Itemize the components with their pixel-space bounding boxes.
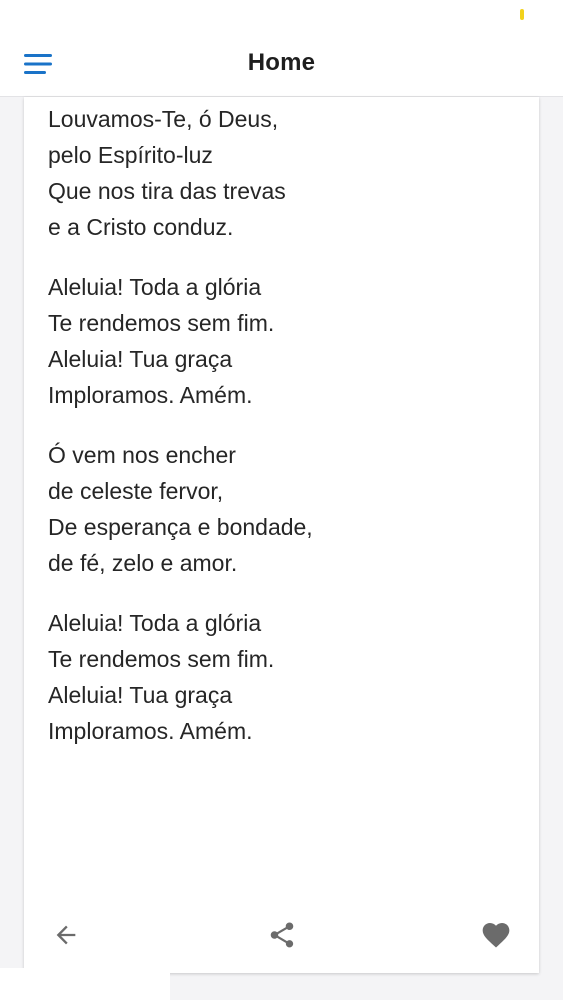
lyric-line: e a Cristo conduz.	[48, 214, 234, 240]
lyrics-card: Louvamos-Te, ó Deus, pelo Espírito-luz Q…	[24, 97, 539, 973]
lyric-line: Que nos tira das trevas	[48, 178, 286, 204]
favorite-button[interactable]	[476, 915, 516, 955]
lyric-line: Te rendemos sem fim.	[48, 310, 275, 336]
share-button[interactable]	[262, 915, 302, 955]
arrow-left-icon	[56, 925, 76, 945]
status-indicator	[520, 9, 524, 20]
stanza: Aleluia! Toda a glória Te rendemos sem f…	[48, 605, 527, 749]
action-bar	[24, 897, 539, 973]
lyric-line: Aleluia! Tua graça	[48, 682, 233, 708]
lyric-line: de fé, zelo e amor.	[48, 550, 238, 576]
lyric-line: De esperança e bondade,	[48, 514, 313, 540]
lyric-line: Ó vem nos encher	[48, 442, 236, 468]
lyrics-text: Louvamos-Te, ó Deus, pelo Espírito-luz Q…	[48, 101, 527, 773]
lyric-line: Te rendemos sem fim.	[48, 646, 275, 672]
lyric-line: Imploramos. Amém.	[48, 718, 253, 744]
lyric-line: Aleluia! Toda a glória	[48, 274, 262, 300]
stanza: Ó vem nos encher de celeste fervor, De e…	[48, 437, 527, 581]
app-bar: Home	[0, 30, 563, 97]
share-icon	[270, 922, 294, 948]
lyric-line: Louvamos-Te, ó Deus,	[48, 106, 279, 132]
bottom-strip	[0, 968, 170, 1000]
lyric-line: de celeste fervor,	[48, 478, 224, 504]
stanza: Aleluia! Toda a glória Te rendemos sem f…	[48, 269, 527, 413]
lyric-line: Aleluia! Tua graça	[48, 346, 233, 372]
lyric-line: Aleluia! Toda a glória	[48, 610, 262, 636]
page-title: Home	[247, 49, 316, 76]
status-bar	[0, 0, 563, 30]
heart-icon	[482, 923, 510, 948]
lyric-line: Imploramos. Amém.	[48, 382, 253, 408]
stanza: Louvamos-Te, ó Deus, pelo Espírito-luz Q…	[48, 101, 527, 245]
back-button[interactable]	[46, 915, 86, 955]
lyric-line: pelo Espírito-luz	[48, 142, 213, 168]
